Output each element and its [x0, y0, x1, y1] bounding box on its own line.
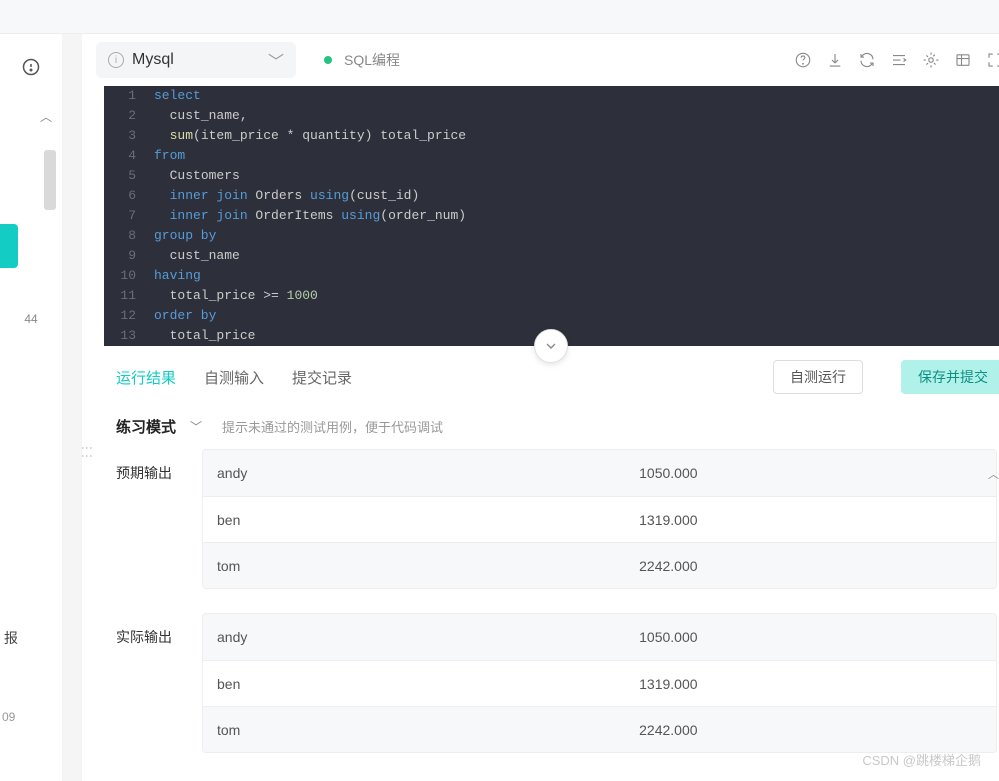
mode-hint: 提示未通过的测试用例，便于代码调试 — [222, 417, 443, 436]
table-row: andy1050.000 — [203, 614, 996, 660]
status-dot-icon — [324, 56, 332, 64]
tab-self-test-input[interactable]: 自测输入 — [204, 367, 264, 388]
code-line: 10having — [104, 266, 999, 286]
editor-container: 1select2 cust_name,3 sum(item_price * qu… — [82, 86, 999, 346]
left-small-number: 09 — [2, 710, 15, 724]
mode-label: 练习模式 — [116, 416, 176, 437]
table-icon[interactable] — [953, 50, 973, 70]
expected-output-block: 预期输出 andy1050.000ben1319.000tom2242.000 — [116, 449, 999, 589]
watermark: CSDN @跳楼梯企鹅 — [862, 750, 981, 769]
results-area: 预期输出 andy1050.000ben1319.000tom2242.000 … — [82, 449, 999, 777]
expected-output-table: andy1050.000ben1319.000tom2242.000 — [202, 449, 997, 589]
main-panel: i Mysql ﹀ SQL编程 1select2 cust_name,3 sum… — [82, 34, 999, 781]
resize-handle-icon[interactable]: ⋮⋮ — [80, 442, 94, 458]
code-line: 1select — [104, 86, 999, 106]
fullscreen-icon[interactable] — [985, 50, 999, 70]
help-icon[interactable] — [793, 50, 813, 70]
code-line: 12order by — [104, 306, 999, 326]
code-line: 6 inner join Orders using(cust_id) — [104, 186, 999, 206]
database-select[interactable]: i Mysql ﹀ — [96, 42, 296, 78]
settings-icon[interactable] — [921, 50, 941, 70]
tab-submit-history[interactable]: 提交记录 — [292, 367, 352, 388]
mode-row: 练习模式 ﹀ 提示未通过的测试用例，便于代码调试 — [82, 408, 999, 449]
left-accent-marker — [0, 224, 18, 268]
scrollbar-thumb[interactable] — [44, 150, 56, 210]
download-icon[interactable] — [825, 50, 845, 70]
table-row: tom2242.000 — [203, 706, 996, 752]
alert-icon[interactable] — [19, 58, 43, 82]
left-report-text: 报 — [4, 628, 18, 648]
result-scroll-up-icon[interactable]: ︿ — [988, 466, 999, 482]
expected-output-label: 预期输出 — [116, 449, 202, 589]
self-test-button[interactable]: 自测运行 — [773, 360, 863, 394]
save-submit-button[interactable]: 保存并提交 — [901, 360, 999, 394]
code-line: 3 sum(item_price * quantity) total_price — [104, 126, 999, 146]
code-line: 7 inner join OrderItems using(order_num) — [104, 206, 999, 226]
table-row: ben1319.000 — [203, 660, 996, 706]
chevron-down-icon[interactable]: ﹀ — [190, 418, 202, 435]
code-line: 2 cust_name, — [104, 106, 999, 126]
chevron-down-icon: ﹀ — [268, 48, 284, 72]
table-row: andy1050.000 — [203, 450, 996, 496]
code-line: 11 total_price >= 1000 — [104, 286, 999, 306]
actual-output-table: andy1050.000ben1319.000tom2242.000 — [202, 613, 997, 753]
database-name: Mysql — [132, 51, 174, 69]
actual-output-label: 实际输出 — [116, 613, 202, 753]
format-icon[interactable] — [889, 50, 909, 70]
status-text: SQL编程 — [344, 50, 400, 70]
code-line: 4from — [104, 146, 999, 166]
code-editor[interactable]: 1select2 cust_name,3 sum(item_price * qu… — [104, 86, 999, 346]
editor-toolbar: i Mysql ﹀ SQL编程 — [82, 34, 999, 86]
code-line: 5 Customers — [104, 166, 999, 186]
table-row: ben1319.000 — [203, 496, 996, 542]
left-badge: 44 — [0, 312, 62, 326]
top-strip — [0, 0, 999, 34]
table-row: tom2242.000 — [203, 542, 996, 588]
code-line: 8group by — [104, 226, 999, 246]
tab-run-result[interactable]: 运行结果 — [116, 367, 176, 388]
collapse-handle[interactable] — [534, 329, 568, 363]
actual-output-block: 实际输出 andy1050.000ben1319.000tom2242.000 — [116, 613, 999, 753]
refresh-icon[interactable] — [857, 50, 877, 70]
info-icon: i — [108, 52, 124, 68]
code-line: 9 cust_name — [104, 246, 999, 266]
